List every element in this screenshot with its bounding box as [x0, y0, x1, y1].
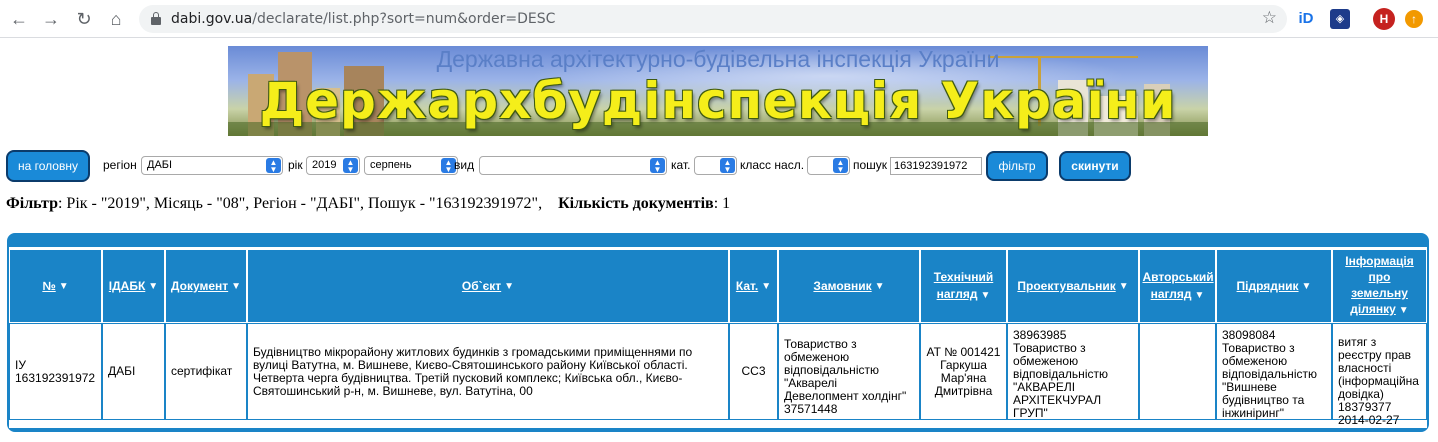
chevron-updown-icon: ▲ ▼: [833, 158, 848, 174]
cell-contractor: 38098084 Товариство з обмеженою відповід…: [1216, 323, 1332, 420]
url-host: dabi.gov.ua: [171, 11, 253, 27]
chevron-updown-icon: ▲ ▼: [343, 158, 358, 174]
sort-down-icon: ▼: [1118, 280, 1129, 292]
sort-down-icon: ▼: [761, 280, 772, 292]
type-select[interactable]: ▲ ▼: [479, 156, 667, 175]
filter-summary-label: Фільтр: [6, 195, 58, 212]
column-header-category[interactable]: Кат. ▼: [729, 249, 778, 323]
year-select-value: 2019: [312, 159, 337, 171]
sort-link-contractor[interactable]: Підрядник: [1237, 279, 1299, 293]
column-header-document[interactable]: Документ ▼: [165, 249, 247, 323]
column-header-idabk[interactable]: ІДАБК ▼: [102, 249, 165, 323]
extension-id-icon[interactable]: iD: [1296, 9, 1316, 29]
address-bar[interactable]: dabi.gov.ua/declarate/list.php?sort=num&…: [139, 5, 1287, 33]
forward-icon[interactable]: →: [41, 9, 61, 29]
chevron-updown-icon: ▲ ▼: [266, 158, 281, 174]
filter-summary-text: : Рік - "2019", Місяць - "08", Регіон - …: [57, 195, 543, 212]
update-icon[interactable]: ↑: [1405, 10, 1423, 28]
cell-customer: Товариство з обмеженою відповідальністю …: [778, 323, 920, 420]
results-table: № ▼ ІДАБК ▼ Документ ▼ Об`єкт ▼ Кат. ▼ Замовн…: [7, 233, 1429, 432]
cell-idabk: ДАБІ: [102, 323, 165, 420]
month-select[interactable]: серпень ▲ ▼: [364, 156, 458, 175]
site-banner: Державна архітектурно-будівельна інспекц…: [228, 46, 1208, 136]
class-label: класс насл.: [740, 158, 805, 172]
reset-button[interactable]: скинути: [1059, 151, 1131, 181]
home-button[interactable]: на головну: [6, 150, 90, 182]
year-select[interactable]: 2019 ▲ ▼: [306, 156, 360, 175]
column-header-customer[interactable]: Замовник ▼: [778, 249, 920, 323]
banner-subtitle: Державна архітектурно-будівельна інспекц…: [436, 46, 1000, 72]
home-icon[interactable]: ⌂: [106, 9, 126, 29]
extension-cube-icon[interactable]: ◈: [1330, 9, 1350, 29]
cell-object: Будівництво мікрорайону житлових будинкі…: [247, 323, 729, 420]
region-label: регіон: [103, 158, 137, 172]
cell-tech-supervision: АТ № 001421 Гаркуша Мар'яна Дмитрівна: [920, 323, 1007, 420]
region-select-value: ДАБІ: [147, 159, 173, 171]
sort-down-icon: ▼: [58, 280, 69, 292]
lock-icon[interactable]: [151, 12, 161, 25]
sort-down-icon: ▼: [1301, 280, 1312, 292]
column-header-land-info[interactable]: Інформація про земельну ділянку ▼: [1332, 249, 1427, 323]
sort-link-customer[interactable]: Замовник: [813, 279, 871, 293]
cell-designer: 38963985 Товариство з обмеженою відповід…: [1007, 323, 1139, 420]
sort-link-object[interactable]: Об`єкт: [462, 279, 501, 293]
browser-toolbar: ← → ↻ ⌂ dabi.gov.ua/declarate/list.php?s…: [0, 0, 1438, 38]
filter-summary: Фільтр: Рік - "2019", Місяць - "08", Рег…: [6, 195, 730, 213]
bookmark-star-icon[interactable]: ☆: [1262, 8, 1277, 28]
category-select[interactable]: ▲ ▼: [694, 156, 737, 175]
month-select-value: серпень: [370, 159, 412, 171]
sort-down-icon: ▼: [874, 280, 885, 292]
sort-link-document[interactable]: Документ: [171, 279, 228, 293]
column-header-tech-supervision[interactable]: Технічний нагляд ▼: [920, 249, 1007, 323]
sort-down-icon: ▼: [980, 289, 991, 301]
column-header-number[interactable]: № ▼: [9, 249, 102, 323]
chevron-updown-icon: ▲ ▼: [720, 158, 735, 174]
sort-down-icon: ▼: [231, 280, 242, 292]
document-count-value: : 1: [713, 195, 731, 212]
back-icon[interactable]: ←: [9, 9, 29, 29]
region-select[interactable]: ДАБІ ▲ ▼: [141, 156, 283, 175]
column-header-author-supervision[interactable]: Авторський нагляд ▼: [1139, 249, 1216, 323]
sort-link-number[interactable]: №: [42, 279, 55, 293]
avatar[interactable]: H: [1373, 8, 1395, 30]
year-label: рік: [288, 158, 303, 172]
url-path: /declarate/list.php?sort=num&order=DESC: [252, 11, 556, 27]
sort-down-icon: ▼: [1194, 289, 1205, 301]
filter-button[interactable]: фільтр: [986, 151, 1048, 181]
column-header-contractor[interactable]: Підрядник ▼: [1216, 249, 1332, 323]
sort-link-designer[interactable]: Проектувальник: [1017, 279, 1115, 293]
document-count-label: Кількість документів: [558, 195, 714, 212]
cell-author-supervision: [1139, 323, 1216, 420]
sort-down-icon: ▼: [1398, 305, 1409, 316]
reload-icon[interactable]: ↻: [74, 9, 94, 29]
sort-link-category[interactable]: Кат.: [736, 279, 758, 293]
type-label: вид: [454, 158, 475, 172]
sort-down-icon: ▼: [148, 280, 159, 292]
chevron-updown-icon: ▲ ▼: [650, 158, 665, 174]
banner-title: Держархбудінспекція України: [259, 72, 1177, 130]
cell-document: сертифікат: [165, 323, 247, 420]
url-text[interactable]: dabi.gov.ua/declarate/list.php?sort=num&…: [171, 11, 555, 27]
column-header-designer[interactable]: Проектувальник ▼: [1007, 249, 1139, 323]
sort-link-idabk[interactable]: ІДАБК: [109, 279, 146, 293]
cell-number: ІУ 163192391972: [9, 323, 102, 420]
cell-category: СС3: [729, 323, 778, 420]
search-label: пошук: [853, 158, 888, 172]
search-input[interactable]: 163192391972: [890, 157, 982, 175]
category-label: кат.: [671, 158, 691, 172]
cell-land-info: витяг з реєстру прав власності (інформац…: [1332, 323, 1427, 427]
sort-down-icon: ▼: [504, 280, 515, 292]
class-select[interactable]: ▲ ▼: [807, 156, 850, 175]
column-header-object[interactable]: Об`єкт ▼: [247, 249, 729, 323]
